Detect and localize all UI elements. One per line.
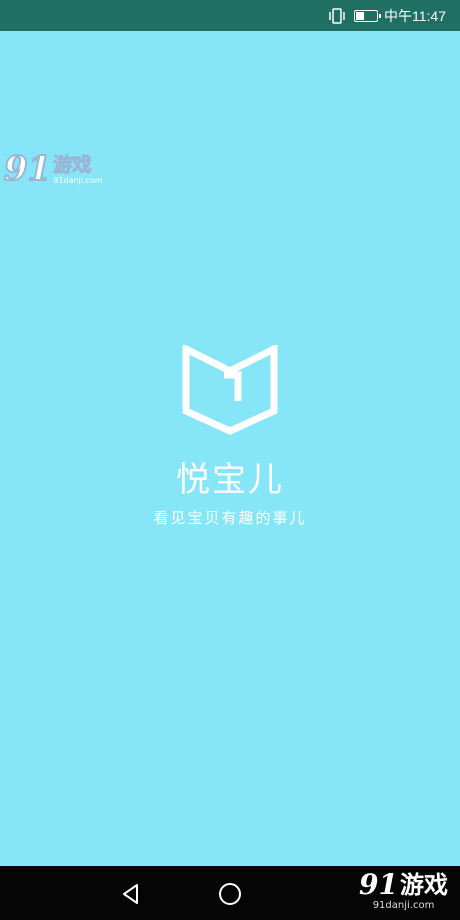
app-slogan: 看见宝贝有趣的事儿 bbox=[153, 509, 307, 527]
watermark-mark: 91 bbox=[3, 149, 52, 189]
battery-level-fill bbox=[356, 11, 364, 20]
watermark-mark: 91 bbox=[359, 868, 398, 901]
watermark-top: 91 游戏 91danji.com bbox=[3, 149, 103, 189]
app-name: 悦宝儿 bbox=[176, 460, 284, 500]
splash-screen: 中午11:47 91 游戏 91danji.com 悦宝儿 看见宝贝有趣的事儿 … bbox=[0, 0, 460, 920]
home-icon[interactable] bbox=[218, 882, 242, 906]
watermark-name: 游戏 bbox=[53, 154, 92, 177]
watermark-bottom: 91 游戏 91danji.com bbox=[359, 870, 448, 912]
status-bar: 中午11:47 bbox=[0, 0, 460, 31]
watermark-url: 91danji.com bbox=[53, 176, 103, 185]
vibrate-icon bbox=[329, 7, 345, 24]
watermark-name: 游戏 bbox=[400, 871, 448, 899]
watermark-url: 91danji.com bbox=[372, 900, 435, 911]
navigation-bar: 91 游戏 91danji.com bbox=[0, 866, 460, 920]
status-time: 中午11:47 bbox=[384, 7, 446, 24]
back-icon[interactable] bbox=[120, 883, 142, 905]
battery-icon bbox=[354, 9, 381, 22]
open-book-logo-icon bbox=[182, 345, 278, 435]
